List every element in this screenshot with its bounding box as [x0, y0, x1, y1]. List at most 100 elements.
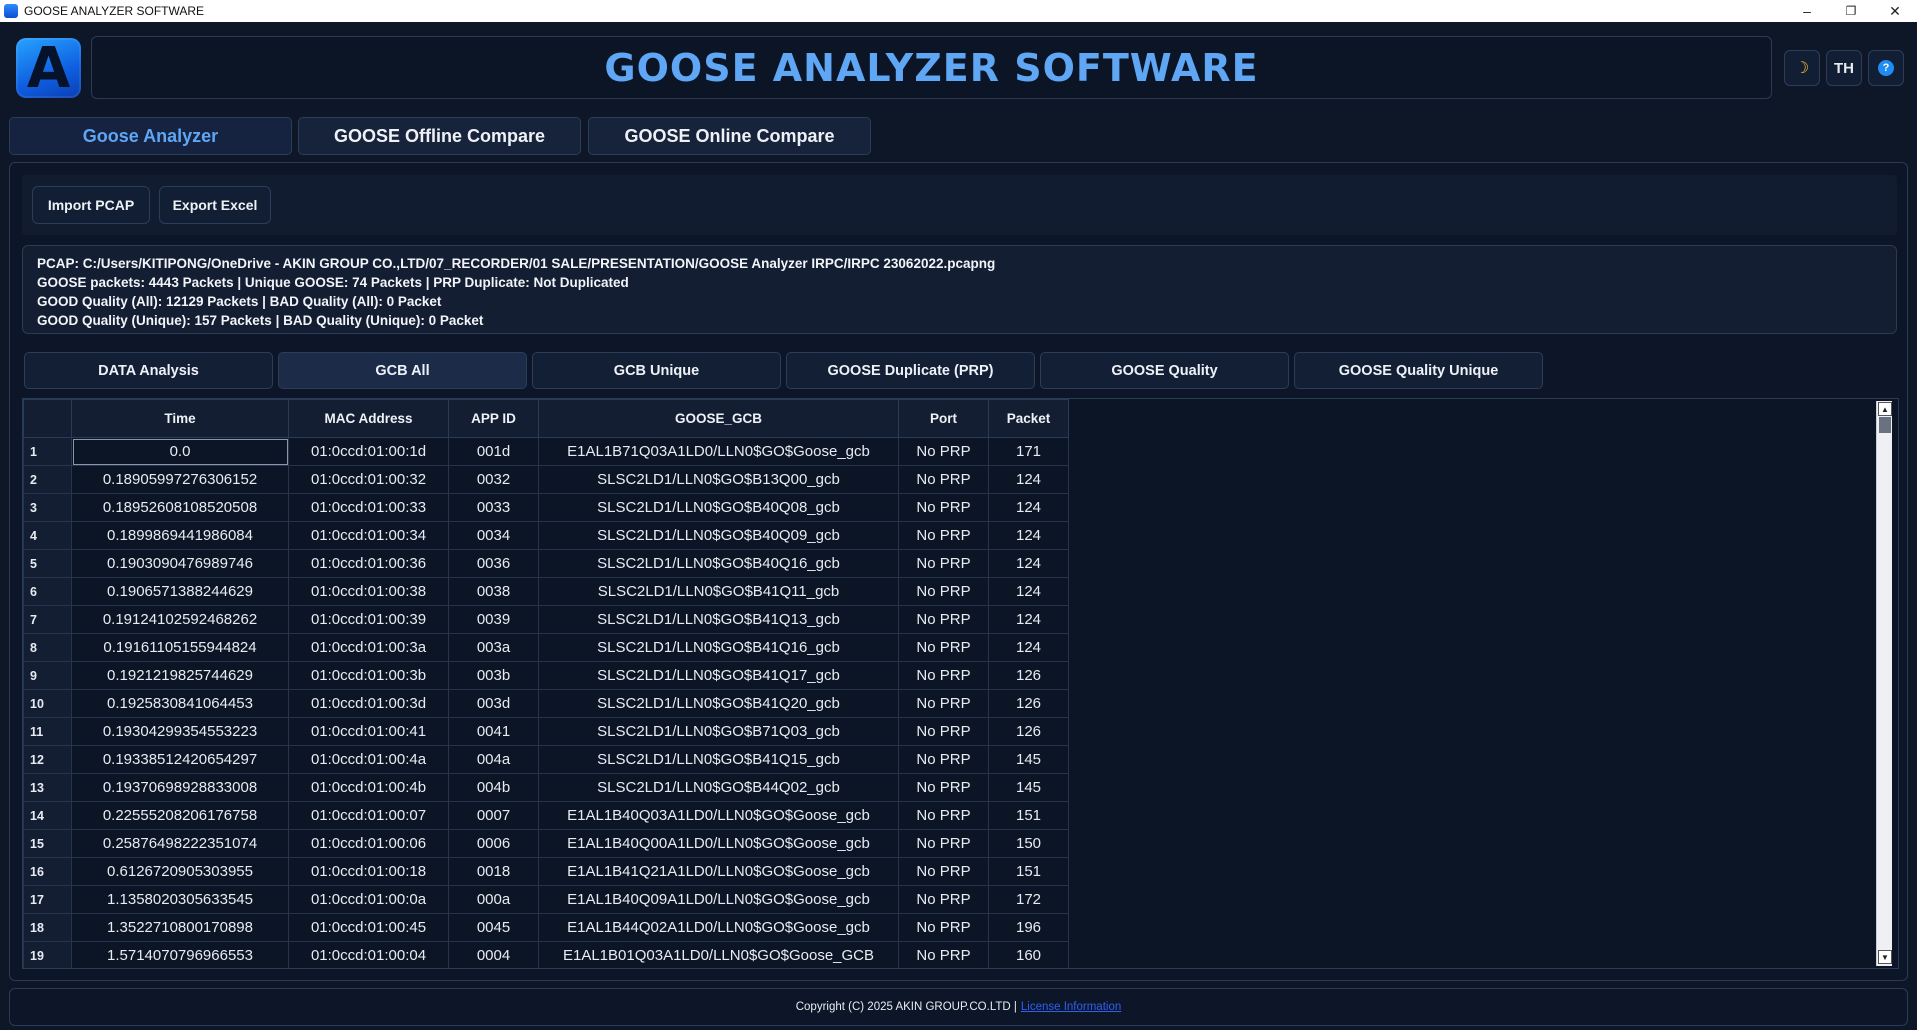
cell-goose-gcb[interactable]: SLSC2LD1/LLN0$GO$B41Q11_gcb	[538, 577, 899, 606]
cell-port[interactable]: No PRP	[898, 745, 989, 774]
cell-mac-address[interactable]: 01:0ccd:01:00:41	[288, 717, 449, 746]
row-number[interactable]: 4	[23, 521, 72, 550]
cell-packet[interactable]: 196	[988, 913, 1069, 942]
cell-port[interactable]: No PRP	[898, 801, 989, 830]
column-header-packet[interactable]: Packet	[988, 399, 1069, 438]
cell-goose-gcb[interactable]: SLSC2LD1/LLN0$GO$B44Q02_gcb	[538, 773, 899, 802]
vertical-scrollbar[interactable]: ▲ ▼	[1876, 401, 1892, 966]
cell-time[interactable]: 0.22555208206176758	[71, 801, 289, 830]
cell-packet[interactable]: 151	[988, 801, 1069, 830]
cell-time[interactable]: 0.19161105155944824	[71, 633, 289, 662]
row-number[interactable]: 15	[23, 829, 72, 858]
row-number[interactable]: 9	[23, 661, 72, 690]
row-number[interactable]: 13	[23, 773, 72, 802]
cell-time[interactable]: 0.18952608108520508	[71, 493, 289, 522]
cell-mac-address[interactable]: 01:0ccd:01:00:36	[288, 549, 449, 578]
tab-goose-quality-unique[interactable]: GOOSE Quality Unique	[1294, 352, 1543, 389]
cell-packet[interactable]: 124	[988, 521, 1069, 550]
table-row[interactable]: 16 0.6126720905303955 01:0ccd:01:00:18 0018…	[23, 857, 1069, 886]
cell-port[interactable]: No PRP	[898, 689, 989, 718]
cell-port[interactable]: No PRP	[898, 577, 989, 606]
header-corner[interactable]	[23, 399, 72, 438]
cell-goose-gcb[interactable]: SLSC2LD1/LLN0$GO$B40Q16_gcb	[538, 549, 899, 578]
theme-toggle-button[interactable]: ☽	[1784, 50, 1820, 86]
cell-mac-address[interactable]: 01:0ccd:01:00:39	[288, 605, 449, 634]
cell-mac-address[interactable]: 01:0ccd:01:00:32	[288, 465, 449, 494]
cell-time[interactable]: 1.3522710800170898	[71, 913, 289, 942]
cell-time[interactable]: 0.1906571388244629	[71, 577, 289, 606]
row-number[interactable]: 1	[23, 437, 72, 466]
cell-time[interactable]: 1.5714070796966553	[71, 941, 289, 968]
cell-mac-address[interactable]: 01:0ccd:01:00:1d	[288, 437, 449, 466]
table-row[interactable]: 5 0.1903090476989746 01:0ccd:01:00:36 0036 S…	[23, 549, 1069, 578]
cell-packet[interactable]: 160	[988, 941, 1069, 968]
cell-mac-address[interactable]: 01:0ccd:01:00:45	[288, 913, 449, 942]
cell-app-id[interactable]: 0038	[448, 577, 539, 606]
export-excel-button[interactable]: Export Excel	[159, 186, 271, 224]
cell-mac-address[interactable]: 01:0ccd:01:00:3a	[288, 633, 449, 662]
cell-time[interactable]: 0.1899869441986084	[71, 521, 289, 550]
row-number[interactable]: 16	[23, 857, 72, 886]
cell-time[interactable]: 0.19124102592468262	[71, 605, 289, 634]
cell-goose-gcb[interactable]: SLSC2LD1/LLN0$GO$B41Q20_gcb	[538, 689, 899, 718]
cell-mac-address[interactable]: 01:0ccd:01:00:18	[288, 857, 449, 886]
cell-time[interactable]: 0.0	[71, 437, 289, 466]
cell-app-id[interactable]: 001d	[448, 437, 539, 466]
row-number[interactable]: 5	[23, 549, 72, 578]
cell-mac-address[interactable]: 01:0ccd:01:00:33	[288, 493, 449, 522]
tab-goose-analyzer[interactable]: Goose Analyzer	[9, 117, 292, 155]
cell-goose-gcb[interactable]: SLSC2LD1/LLN0$GO$B13Q00_gcb	[538, 465, 899, 494]
cell-goose-gcb[interactable]: E1AL1B01Q03A1LD0/LLN0$GO$Goose_GCB	[538, 941, 899, 968]
cell-packet[interactable]: 124	[988, 605, 1069, 634]
cell-app-id[interactable]: 0036	[448, 549, 539, 578]
cell-app-id[interactable]: 003d	[448, 689, 539, 718]
cell-app-id[interactable]: 0007	[448, 801, 539, 830]
tab-goose-quality[interactable]: GOOSE Quality	[1040, 352, 1289, 389]
table-row[interactable]: 10 0.1925830841064453 01:0ccd:01:00:3d 003d…	[23, 689, 1069, 718]
cell-time[interactable]: 0.6126720905303955	[71, 857, 289, 886]
table-row[interactable]: 18 1.3522710800170898 01:0ccd:01:00:45 0045…	[23, 913, 1069, 942]
scroll-up-arrow-icon[interactable]: ▲	[1878, 402, 1892, 416]
cell-app-id[interactable]: 003b	[448, 661, 539, 690]
tab-goose-online-compare[interactable]: GOOSE Online Compare	[588, 117, 871, 155]
row-number[interactable]: 17	[23, 885, 72, 914]
cell-goose-gcb[interactable]: E1AL1B40Q03A1LD0/LLN0$GO$Goose_gcb	[538, 801, 899, 830]
row-number[interactable]: 2	[23, 465, 72, 494]
cell-packet[interactable]: 124	[988, 465, 1069, 494]
cell-packet[interactable]: 124	[988, 493, 1069, 522]
table-row[interactable]: 8 0.19161105155944824 01:0ccd:01:00:3a 003a…	[23, 633, 1069, 662]
cell-port[interactable]: No PRP	[898, 521, 989, 550]
column-header-mac-address[interactable]: MAC Address	[288, 399, 449, 438]
tab-goose-duplicate-prp[interactable]: GOOSE Duplicate (PRP)	[786, 352, 1035, 389]
cell-port[interactable]: No PRP	[898, 913, 989, 942]
cell-packet[interactable]: 124	[988, 549, 1069, 578]
row-number[interactable]: 14	[23, 801, 72, 830]
cell-packet[interactable]: 124	[988, 577, 1069, 606]
row-number[interactable]: 8	[23, 633, 72, 662]
cell-app-id[interactable]: 0006	[448, 829, 539, 858]
cell-mac-address[interactable]: 01:0ccd:01:00:4a	[288, 745, 449, 774]
cell-packet[interactable]: 126	[988, 661, 1069, 690]
table-row[interactable]: 11 0.19304299354553223 01:0ccd:01:00:41 004…	[23, 717, 1069, 746]
cell-goose-gcb[interactable]: SLSC2LD1/LLN0$GO$B41Q16_gcb	[538, 633, 899, 662]
license-information-link[interactable]: License Information	[1021, 1001, 1121, 1013]
cell-app-id[interactable]: 0032	[448, 465, 539, 494]
cell-packet[interactable]: 172	[988, 885, 1069, 914]
row-number[interactable]: 12	[23, 745, 72, 774]
cell-port[interactable]: No PRP	[898, 661, 989, 690]
cell-goose-gcb[interactable]: E1AL1B40Q00A1LD0/LLN0$GO$Goose_gcb	[538, 829, 899, 858]
language-button[interactable]: TH	[1826, 50, 1862, 86]
cell-app-id[interactable]: 000a	[448, 885, 539, 914]
row-number[interactable]: 18	[23, 913, 72, 942]
cell-port[interactable]: No PRP	[898, 437, 989, 466]
scrollbar-thumb[interactable]	[1879, 417, 1891, 433]
table-row[interactable]: 3 0.18952608108520508 01:0ccd:01:00:33 0033…	[23, 493, 1069, 522]
cell-packet[interactable]: 126	[988, 717, 1069, 746]
row-number[interactable]: 7	[23, 605, 72, 634]
cell-goose-gcb[interactable]: SLSC2LD1/LLN0$GO$B40Q09_gcb	[538, 521, 899, 550]
column-header-goose-gcb[interactable]: GOOSE_GCB	[538, 399, 899, 438]
cell-time[interactable]: 0.25876498222351074	[71, 829, 289, 858]
cell-app-id[interactable]: 0034	[448, 521, 539, 550]
table-row[interactable]: 1 0.0 01:0ccd:01:00:1d 001d E1AL1B71Q03A1LD0…	[23, 437, 1069, 466]
cell-app-id[interactable]: 0004	[448, 941, 539, 968]
